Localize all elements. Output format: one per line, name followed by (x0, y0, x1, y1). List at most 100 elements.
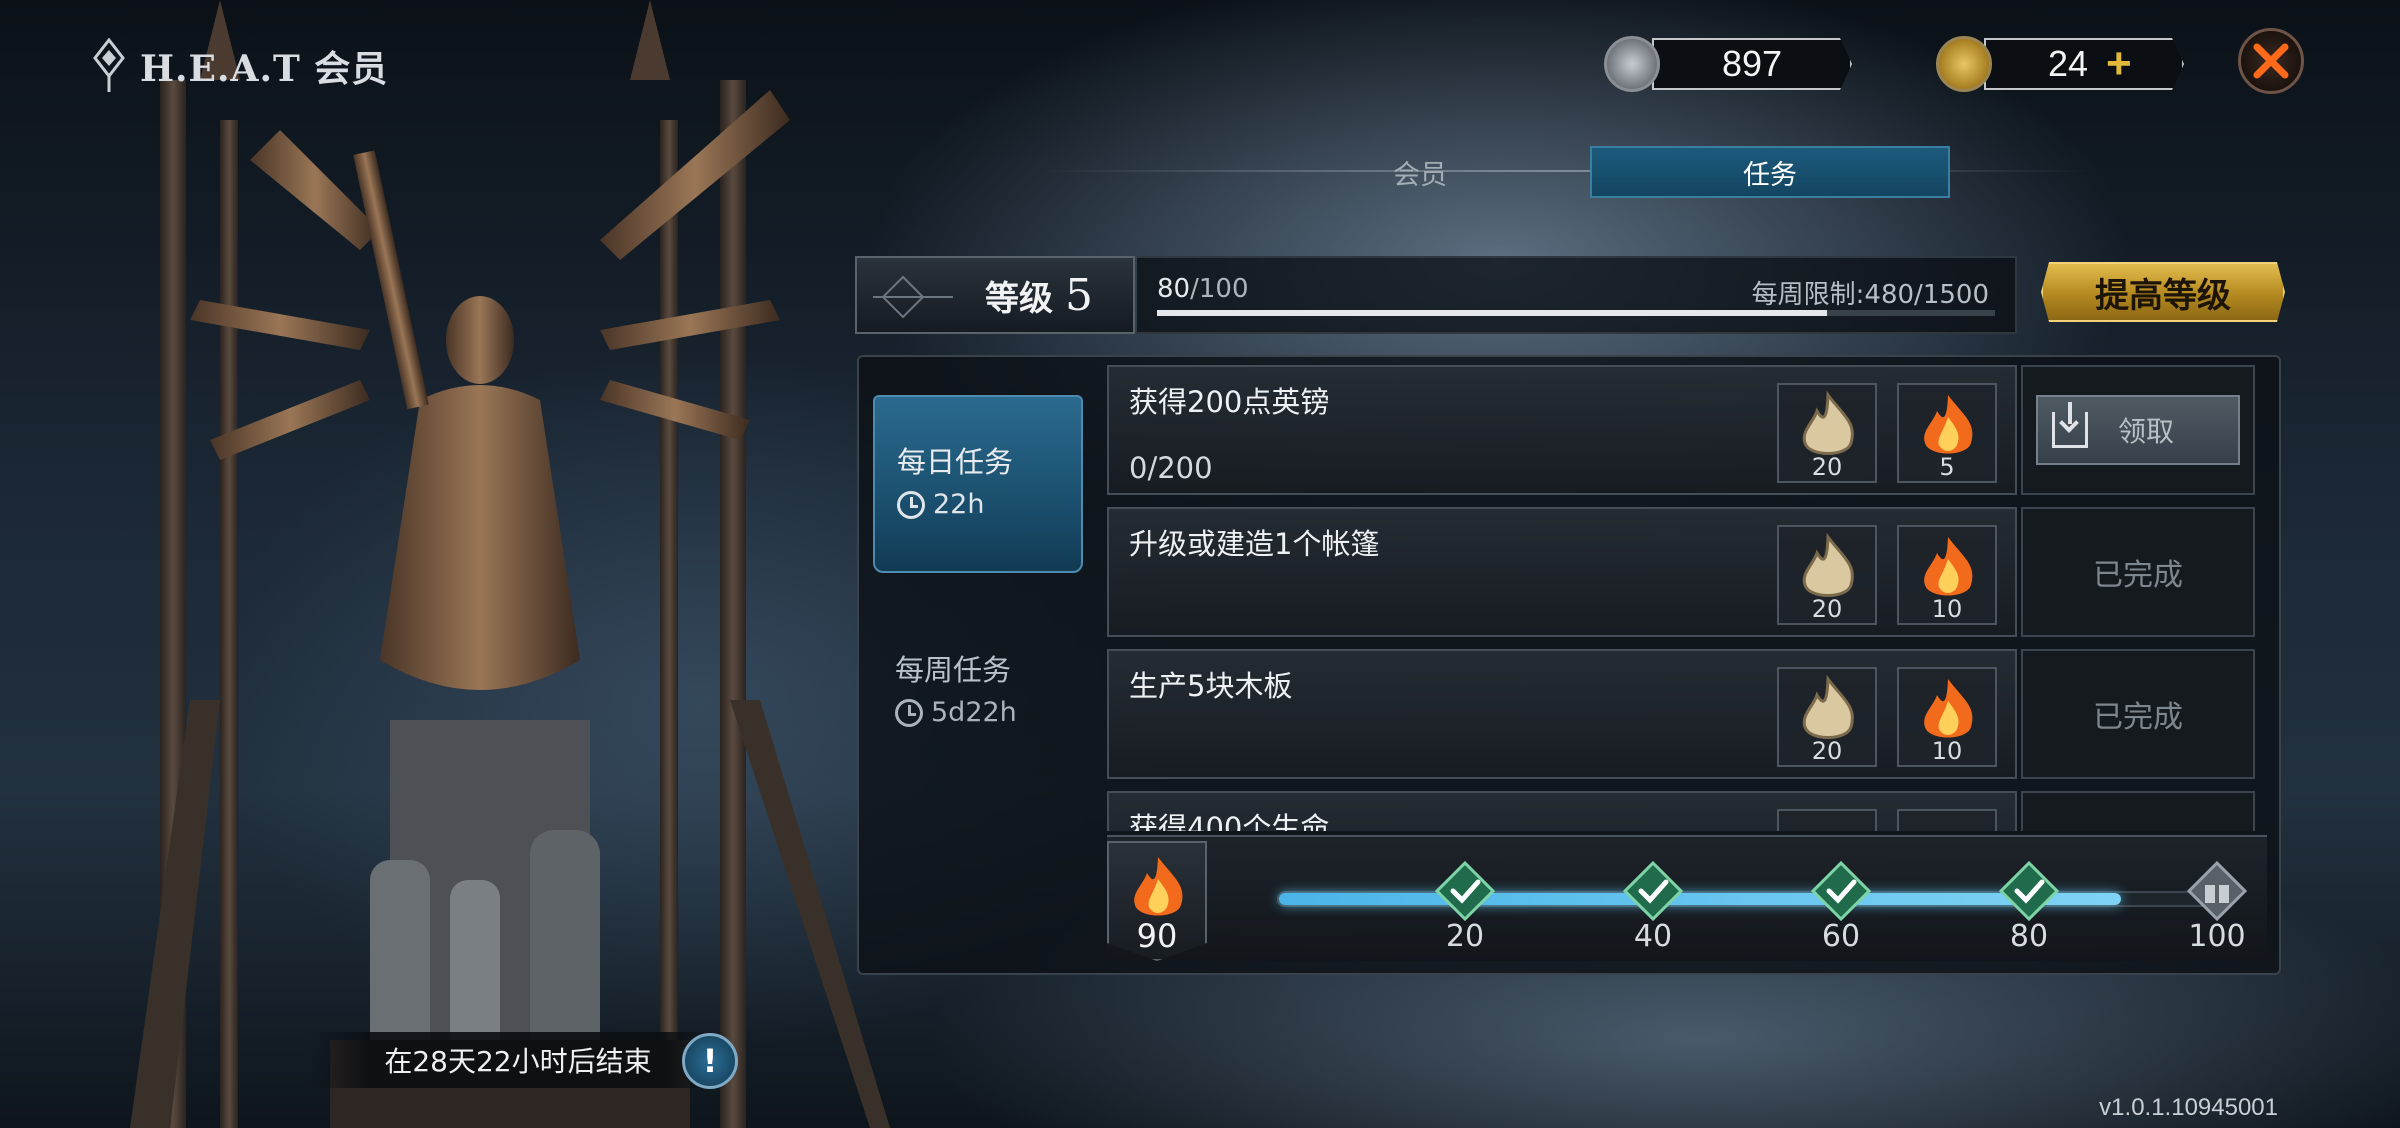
task-panel: 每日任务 22h 每周任务 5d22h 获得200点英镑 0/200 20 5 … (857, 355, 2281, 975)
level-progress-text: 80/100 (1157, 274, 1248, 304)
milestone-check-node[interactable] (1622, 860, 1684, 922)
milestone-label: 60 (1821, 919, 1861, 954)
milestone-label: 100 (2188, 919, 2246, 954)
milestone-current-points: 90 (1136, 917, 1178, 955)
add-ticket-button[interactable]: + (2106, 39, 2132, 89)
task-row: 生产5块木板 20 10 已完成 (1107, 649, 2267, 783)
progress-max: /100 (1190, 274, 1249, 304)
upgrade-level-button[interactable]: 提高等级 (2041, 262, 2285, 322)
milestone-label: 20 (1445, 919, 1485, 954)
daily-timer: 22h (897, 489, 1081, 520)
reward-value: 20 (1811, 737, 1843, 765)
download-icon (2052, 402, 2088, 448)
milestone-gift-node[interactable] (2186, 860, 2248, 922)
weekly-time: 5d22h (931, 697, 1017, 728)
milestone-points-badge: 90 (1107, 841, 1207, 961)
ticket-amount: 24 (2048, 43, 2089, 84)
brand-header: H.E.A.T 会员 (92, 38, 388, 94)
task-card: 获得200点英镑 0/200 20 5 (1107, 365, 2017, 495)
level-badge: 等级 5 (855, 256, 1135, 334)
weekly-timer: 5d22h (895, 697, 1083, 728)
close-button[interactable] (2238, 28, 2304, 94)
completed-label: 已完成 (2093, 558, 2183, 593)
reward-heat-points: 20 (1777, 383, 1877, 483)
task-title: 升级或建造1个帐篷 (1129, 527, 1380, 561)
reward-fire (1897, 809, 1997, 831)
task-list[interactable]: 获得200点英镑 0/200 20 5 领取 升级或建造1个帐篷 20 10 已… (1107, 365, 2267, 831)
check-icon (1810, 860, 1872, 922)
level-ornament-icon (873, 275, 953, 319)
check-icon (1622, 860, 1684, 922)
progress-current: 80 (1157, 274, 1191, 304)
main-tabs: 会员 任务 (1040, 146, 2090, 198)
level-label: 等级 (985, 278, 1053, 319)
close-icon (2253, 43, 2289, 79)
milestone-fill (1279, 893, 2122, 905)
claim-label: 领取 (2118, 415, 2175, 448)
task-title: 获得400个生命 (1129, 811, 1330, 831)
tab-task[interactable]: 任务 (1590, 146, 1950, 198)
weekly-limit: 每周限制:480/1500 (1751, 280, 1989, 310)
task-row: 升级或建造1个帐篷 20 10 已完成 (1107, 507, 2267, 641)
fire-icon (1134, 857, 1183, 916)
ticket-currency[interactable]: 24 + (1936, 36, 2184, 92)
statue-artwork (130, 0, 890, 1128)
task-card: 生产5块木板 20 10 (1107, 649, 2017, 779)
info-button[interactable]: ! (682, 1033, 738, 1089)
milestone-check-node[interactable] (1434, 860, 1496, 922)
task-title: 获得200点英镑 (1129, 385, 1330, 419)
task-row: 获得400个生命 (1107, 791, 2267, 831)
silver-currency: 897 (1604, 36, 1852, 92)
task-action: 已完成 (2021, 507, 2255, 637)
check-icon (1998, 860, 2060, 922)
claim-button[interactable]: 领取 (2036, 395, 2240, 465)
gold-ticket-icon (1936, 36, 1992, 92)
task-card: 升级或建造1个帐篷 20 10 (1107, 507, 2017, 637)
task-card: 获得400个生命 (1107, 791, 2017, 831)
brand-title: H.E.A.T 会员 (140, 48, 389, 90)
level-bar: 等级 5 80/100 每周限制:480/1500 提高等级 (855, 256, 2285, 336)
reward-value: 20 (1811, 453, 1843, 481)
version-label: v1.0.1.10945001 (2099, 1094, 2278, 1121)
daily-time: 22h (933, 489, 985, 520)
tab-daily-tasks[interactable]: 每日任务 22h (873, 395, 1083, 573)
clock-icon (895, 698, 923, 727)
task-action: 已完成 (2021, 649, 2255, 779)
level-value: 5 (1065, 269, 1093, 321)
event-timer: 在28天22小时后结束 (308, 1032, 728, 1088)
reward-heat-points: 20 (1777, 525, 1877, 625)
milestone-label: 40 (1633, 919, 1673, 954)
silver-amount: 897 (1721, 43, 1783, 84)
tab-weekly-tasks[interactable]: 每周任务 5d22h (873, 605, 1083, 755)
reward-fire: 10 (1897, 525, 1997, 625)
reward-fire: 5 (1897, 383, 1997, 483)
task-progress: 0/200 (1129, 451, 1213, 485)
heat-emblem-icon (93, 38, 125, 92)
reward-value: 5 (1939, 453, 1955, 481)
task-row: 获得200点英镑 0/200 20 5 领取 (1107, 365, 2267, 499)
level-progress-bar (1157, 310, 1995, 316)
reward-value: 10 (1931, 595, 1963, 623)
task-action: 领取 (2021, 365, 2255, 495)
daily-tasks-label: 每日任务 (897, 445, 1014, 479)
gift-icon (2186, 860, 2248, 922)
task-action (2021, 791, 2255, 831)
task-title: 生产5块木板 (1129, 669, 1293, 703)
reward-fire: 10 (1897, 667, 1997, 767)
reward-value: 20 (1811, 595, 1843, 623)
tab-member[interactable]: 会员 (1240, 146, 1600, 198)
weekly-tasks-label: 每周任务 (895, 653, 1012, 687)
reward-heat-points (1777, 809, 1877, 831)
silver-coin-icon (1604, 36, 1660, 92)
milestone-label: 80 (2009, 919, 2049, 954)
silver-amount-box: 897 (1652, 38, 1852, 90)
milestone-check-node[interactable] (1998, 860, 2060, 922)
level-progress-area: 80/100 每周限制:480/1500 (1137, 256, 2017, 334)
check-icon (1434, 860, 1496, 922)
reward-value: 10 (1931, 737, 1963, 765)
milestone-bar: 90 20 40 60 80 100 (1107, 835, 2267, 961)
milestone-track (1277, 891, 2217, 907)
ticket-amount-box: 24 + (1984, 38, 2184, 90)
milestone-check-node[interactable] (1810, 860, 1872, 922)
clock-icon (897, 490, 925, 519)
